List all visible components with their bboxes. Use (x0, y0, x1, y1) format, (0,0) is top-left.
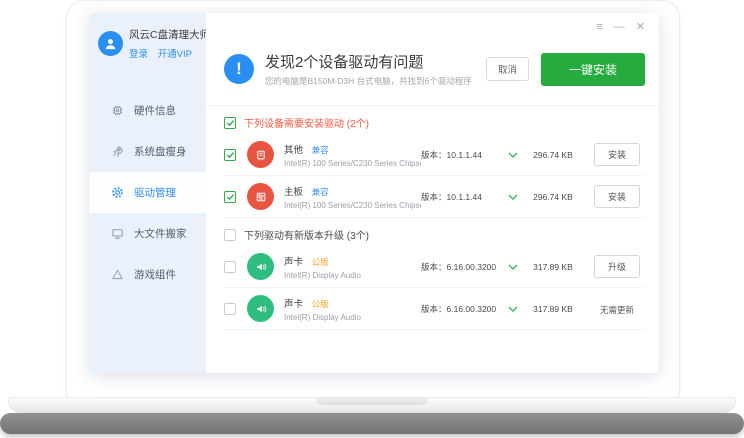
laptop-base (8, 397, 736, 414)
login-link[interactable]: 登录 (129, 49, 148, 60)
chevron-down-icon[interactable] (508, 194, 518, 200)
expansion-card-icon (247, 141, 274, 168)
driver-size: 317.89 KB (527, 304, 579, 314)
device-name: Intel(R) Display Audio (284, 271, 421, 280)
row-checkbox[interactable] (224, 149, 236, 161)
driver-size: 296.74 KB (527, 150, 579, 160)
driver-list: 下列设备需要安装驱动 (2个) (206, 115, 659, 330)
public-version-tag: 公版 (312, 299, 329, 309)
sidebar-item-disk-slim[interactable]: 系统盘瘦身 (89, 131, 206, 172)
sidebar: 风云C盘清理大师 登录 开通VIP 硬件信息 (89, 13, 206, 373)
device-name: Intel(R) Display Audio (284, 313, 421, 322)
menu-icon[interactable]: ≡ (596, 22, 602, 33)
public-version-tag: 公版 (312, 257, 329, 267)
main-panel: ≡ — ✕ ! 发现2个设备驱动有问题 您的电脑是B150M-D3H 台式电脑，… (206, 13, 659, 373)
section-upgrade-header: 下列驱动有新版本升级 (3个) (224, 227, 645, 242)
install-button[interactable]: 安装 (594, 185, 640, 208)
device-name: Intel(R) 100 Series/C230 Series Chipset … (284, 201, 421, 210)
sidebar-item-label: 硬件信息 (134, 103, 176, 118)
sidebar-item-label: 系统盘瘦身 (134, 144, 187, 159)
laptop-screen-bezel: 风云C盘清理大师 登录 开通VIP 硬件信息 (66, 0, 680, 398)
compat-tag: 兼容 (312, 145, 329, 155)
warning-icon: ! (224, 54, 254, 84)
minimize-icon[interactable]: — (614, 22, 625, 33)
device-category: 主板 (284, 187, 303, 198)
sidebar-item-label: 驱动管理 (134, 185, 176, 200)
row-checkbox[interactable] (224, 303, 236, 315)
gear-icon (110, 185, 125, 200)
sidebar-item-label: 游戏组件 (134, 267, 176, 282)
user-block: 风云C盘清理大师 登录 开通VIP (89, 13, 206, 60)
row-checkbox[interactable] (224, 261, 236, 273)
game-icon (110, 267, 125, 282)
sidebar-item-big-file-move[interactable]: 大文件搬家 (89, 213, 206, 254)
chevron-down-icon[interactable] (508, 152, 518, 158)
driver-row-audio-2: 声卡 公版 Intel(R) Display Audio 版本：6.16.00.… (224, 288, 645, 330)
chip-icon (110, 103, 125, 118)
check-icon (226, 151, 235, 159)
driver-row-audio-1: 声卡 公版 Intel(R) Display Audio 版本：6.16.00.… (224, 246, 645, 288)
row-checkbox[interactable] (224, 191, 236, 203)
sidebar-item-game-components[interactable]: 游戏组件 (89, 254, 206, 295)
section-title: 下列设备需要安装驱动 (2个) (244, 115, 369, 130)
compat-tag: 兼容 (312, 187, 329, 197)
sidebar-nav: 硬件信息 系统盘瘦身 (89, 90, 206, 295)
chevron-down-icon[interactable] (508, 306, 518, 312)
driver-version: 版本：10.1.1.44 (421, 191, 501, 203)
driver-row-motherboard: 主板 兼容 Intel(R) 100 Series/C230 Series Ch… (224, 176, 645, 218)
driver-size: 317.89 KB (527, 262, 579, 272)
device-category: 声卡 (284, 299, 303, 310)
alert-subtitle: 您的电脑是B150M-D3H 台式电脑，共找到6个驱动程序 (265, 75, 472, 87)
monitor-icon (110, 226, 125, 241)
person-icon (103, 36, 118, 51)
check-icon (226, 119, 235, 127)
driver-version: 版本：6.16.00.3200 (421, 261, 501, 273)
app-title: 风云C盘清理大师 (129, 27, 210, 42)
upgrade-button[interactable]: 升级 (594, 255, 640, 278)
driver-version: 版本：10.1.1.44 (421, 149, 501, 161)
alert-title: 发现2个设备驱动有问题 (265, 51, 472, 72)
device-name: Intel(R) 100 Series/C230 Series Chipset … (284, 159, 421, 168)
chevron-down-icon[interactable] (508, 264, 518, 270)
rocket-icon (110, 144, 125, 159)
laptop-notch (316, 398, 428, 405)
divider (206, 105, 659, 106)
laptop-mockup: 风云C盘清理大师 登录 开通VIP 硬件信息 (0, 0, 744, 438)
cancel-button[interactable]: 取消 (486, 57, 529, 81)
section-install-checkbox[interactable] (224, 117, 236, 129)
laptop-bottom-edge (0, 413, 744, 434)
motherboard-icon (247, 183, 274, 210)
window-controls: ≡ — ✕ (596, 22, 645, 33)
device-category: 声卡 (284, 257, 303, 268)
device-category: 其他 (284, 145, 303, 156)
check-icon (226, 193, 235, 201)
speaker-icon (247, 295, 274, 322)
no-update-label: 无需更新 (600, 305, 634, 315)
sidebar-item-driver-manage[interactable]: 驱动管理 (89, 172, 206, 213)
section-title: 下列驱动有新版本升级 (3个) (244, 227, 369, 242)
sidebar-item-label: 大文件搬家 (134, 226, 187, 241)
section-install-header: 下列设备需要安装驱动 (2个) (224, 115, 645, 130)
section-upgrade-checkbox[interactable] (224, 229, 236, 241)
vip-link[interactable]: 开通VIP (158, 49, 192, 60)
driver-size: 296.74 KB (527, 192, 579, 202)
driver-row-other: 其他 兼容 Intel(R) 100 Series/C230 Series Ch… (224, 134, 645, 176)
speaker-icon (247, 253, 274, 280)
avatar[interactable] (98, 31, 123, 56)
driver-version: 版本：6.16.00.3200 (421, 303, 501, 315)
install-button[interactable]: 安装 (594, 143, 640, 166)
app-window: 风云C盘清理大师 登录 开通VIP 硬件信息 (89, 13, 659, 373)
driver-alert: ! 发现2个设备驱动有问题 您的电脑是B150M-D3H 台式电脑，共找到6个驱… (224, 51, 645, 87)
sidebar-item-hardware-info[interactable]: 硬件信息 (89, 90, 206, 131)
close-icon[interactable]: ✕ (636, 22, 645, 33)
install-all-button[interactable]: 一键安装 (541, 53, 645, 86)
